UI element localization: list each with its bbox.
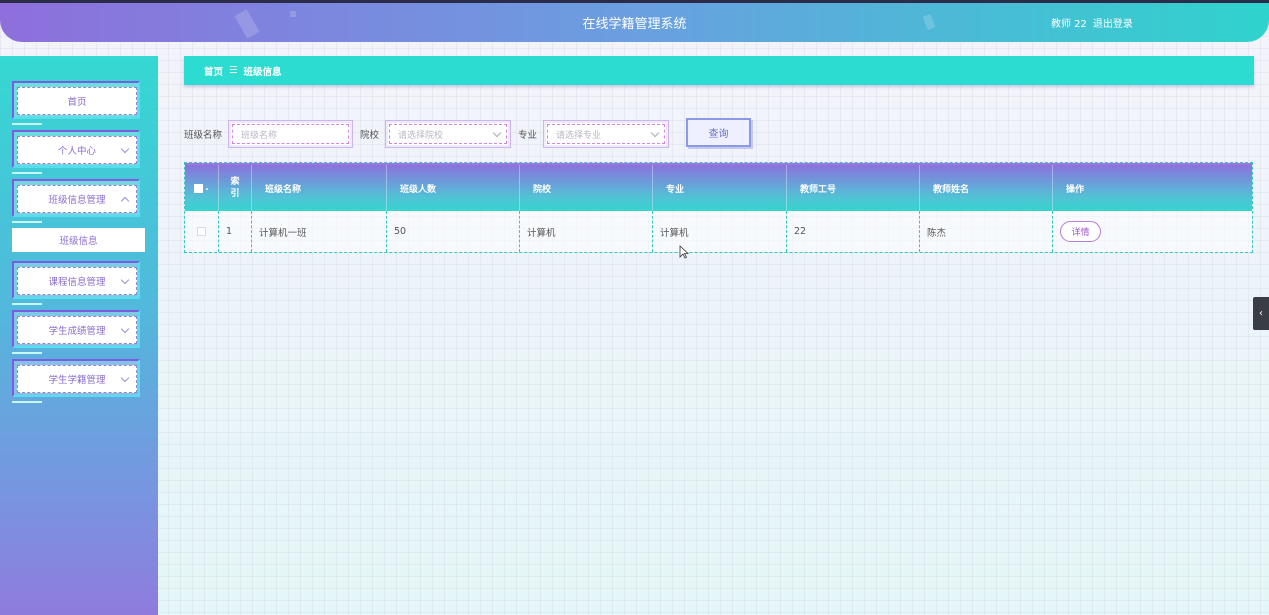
sidebar-item-label: 课程信息管理	[48, 277, 106, 288]
chevron-down-icon	[120, 324, 130, 334]
logout-link[interactable]: 退出登录	[1093, 15, 1133, 30]
chevron-up-icon	[120, 196, 130, 206]
query-button[interactable]: 查询	[686, 118, 751, 147]
sidebar-item-student-status-management[interactable]: 学生学籍管理	[12, 359, 142, 403]
sidebar-item-label: 学生学籍管理	[48, 375, 106, 386]
sidebar-item-course-info-management[interactable]: 课程信息管理	[12, 261, 142, 305]
menu-decoration	[12, 303, 42, 305]
row-major: 计算机	[653, 211, 787, 252]
class-name-label: 班级名称	[184, 130, 223, 141]
sidebar-item-label: 班级信息管理	[48, 195, 106, 206]
user-area: 教师 22 退出登录	[1051, 15, 1133, 30]
top-header: 在线学籍管理系统 教师 22 退出登录	[0, 0, 1269, 42]
header-major: 专业	[653, 165, 787, 211]
chevron-down-icon	[120, 373, 130, 383]
sidebar-item-student-grades-management[interactable]: 学生成绩管理	[12, 310, 142, 354]
checkbox-icon	[194, 183, 204, 193]
class-name-input[interactable]: 班级名称	[228, 120, 354, 148]
menu-decoration	[12, 221, 42, 223]
row-select-cell	[185, 211, 219, 252]
chevron-down-icon	[120, 144, 130, 154]
row-teacher-name: 陈杰	[920, 211, 1053, 252]
menu-decoration	[12, 123, 42, 125]
sidebar-item-class-info-management[interactable]: 班级信息管理	[12, 179, 142, 223]
header-school: 院校	[520, 165, 653, 211]
menu-inner: 个人中心	[17, 136, 137, 164]
menu-inner: 首页	[17, 87, 137, 115]
header-teacher-id: 教师工号	[787, 165, 920, 211]
major-placeholder: 请选择专业	[556, 130, 602, 141]
sidebar-item-home[interactable]: 首页	[12, 81, 142, 125]
menu-decoration	[12, 352, 42, 354]
user-label: 教师 22	[1051, 19, 1087, 30]
row-school: 计算机	[520, 211, 653, 252]
detail-button[interactable]: 详情	[1060, 221, 1101, 242]
row-class-count: 50	[387, 211, 520, 252]
sidebar-item-personal-center[interactable]: 个人中心	[12, 130, 142, 174]
row-class-name: 计算机一班	[252, 211, 387, 252]
header-select-all[interactable]: .	[185, 165, 219, 211]
menu-inner: 学生学籍管理	[17, 365, 137, 393]
table-row: 1 计算机一班 50 计算机 计算机 22 陈杰 详情	[185, 211, 1252, 252]
collapse-toggle-button[interactable]: ‹	[1253, 297, 1269, 330]
menu-inner: 学生成绩管理	[17, 316, 137, 344]
major-label: 专业	[518, 130, 538, 141]
school-label: 院校	[360, 130, 380, 141]
header-index: 索 引	[219, 165, 252, 211]
menu-inner: 班级信息管理	[17, 185, 137, 213]
school-placeholder: 请选择院校	[398, 130, 444, 141]
search-form: 班级名称 班级名称 院校 请选择院校 专业 请选择专业	[184, 119, 670, 149]
sidebar-item-label: 个人中心	[57, 146, 96, 157]
row-checkbox[interactable]	[197, 227, 206, 236]
chevron-left-icon: ‹	[1259, 308, 1263, 319]
select-all-checkbox[interactable]: .	[194, 183, 209, 193]
header-class-count: 班级人数	[387, 165, 520, 211]
breadcrumb-current: 班级信息	[243, 66, 282, 78]
major-select[interactable]: 请选择专业	[543, 120, 670, 148]
chevron-down-icon	[650, 128, 660, 138]
sidebar-item-label: 学生成绩管理	[48, 326, 106, 337]
table-header: . 索 引 班级名称 班级人数 院校 专业 教师工号 教师姓名 操作	[185, 163, 1252, 211]
breadcrumb: 首页 ☰ 班级信息	[184, 56, 1254, 85]
breadcrumb-separator-icon: ☰	[229, 65, 238, 76]
header-index-text: 索 引	[230, 177, 240, 199]
header-teacher-name: 教师姓名	[920, 165, 1053, 211]
menu-inner: 课程信息管理	[17, 267, 137, 295]
breadcrumb-home[interactable]: 首页	[204, 64, 223, 78]
submenu-item-class-info[interactable]: 班级信息	[12, 228, 145, 252]
header-action: 操作	[1066, 184, 1085, 195]
row-teacher-id: 22	[787, 211, 920, 252]
mouse-cursor-icon	[679, 245, 689, 259]
chevron-down-icon	[492, 128, 502, 138]
class-name-placeholder: 班级名称	[241, 130, 278, 141]
row-index: 1	[219, 211, 252, 252]
chevron-down-icon	[120, 275, 130, 285]
school-select[interactable]: 请选择院校	[385, 120, 512, 148]
header-class-name: 班级名称	[252, 165, 387, 211]
class-table: . 索 引 班级名称 班级人数 院校 专业 教师工号 教师姓名 操作 1 计算机…	[184, 162, 1253, 253]
sidebar-item-label: 首页	[67, 97, 87, 108]
menu-decoration	[12, 172, 42, 174]
menu-decoration	[12, 401, 42, 403]
row-action-cell: 详情	[1053, 211, 1252, 252]
sidebar: 首页 个人中心 班级信息管理 班级信息 课程信息管理 学生成绩管理 学生学籍管理	[0, 56, 158, 615]
